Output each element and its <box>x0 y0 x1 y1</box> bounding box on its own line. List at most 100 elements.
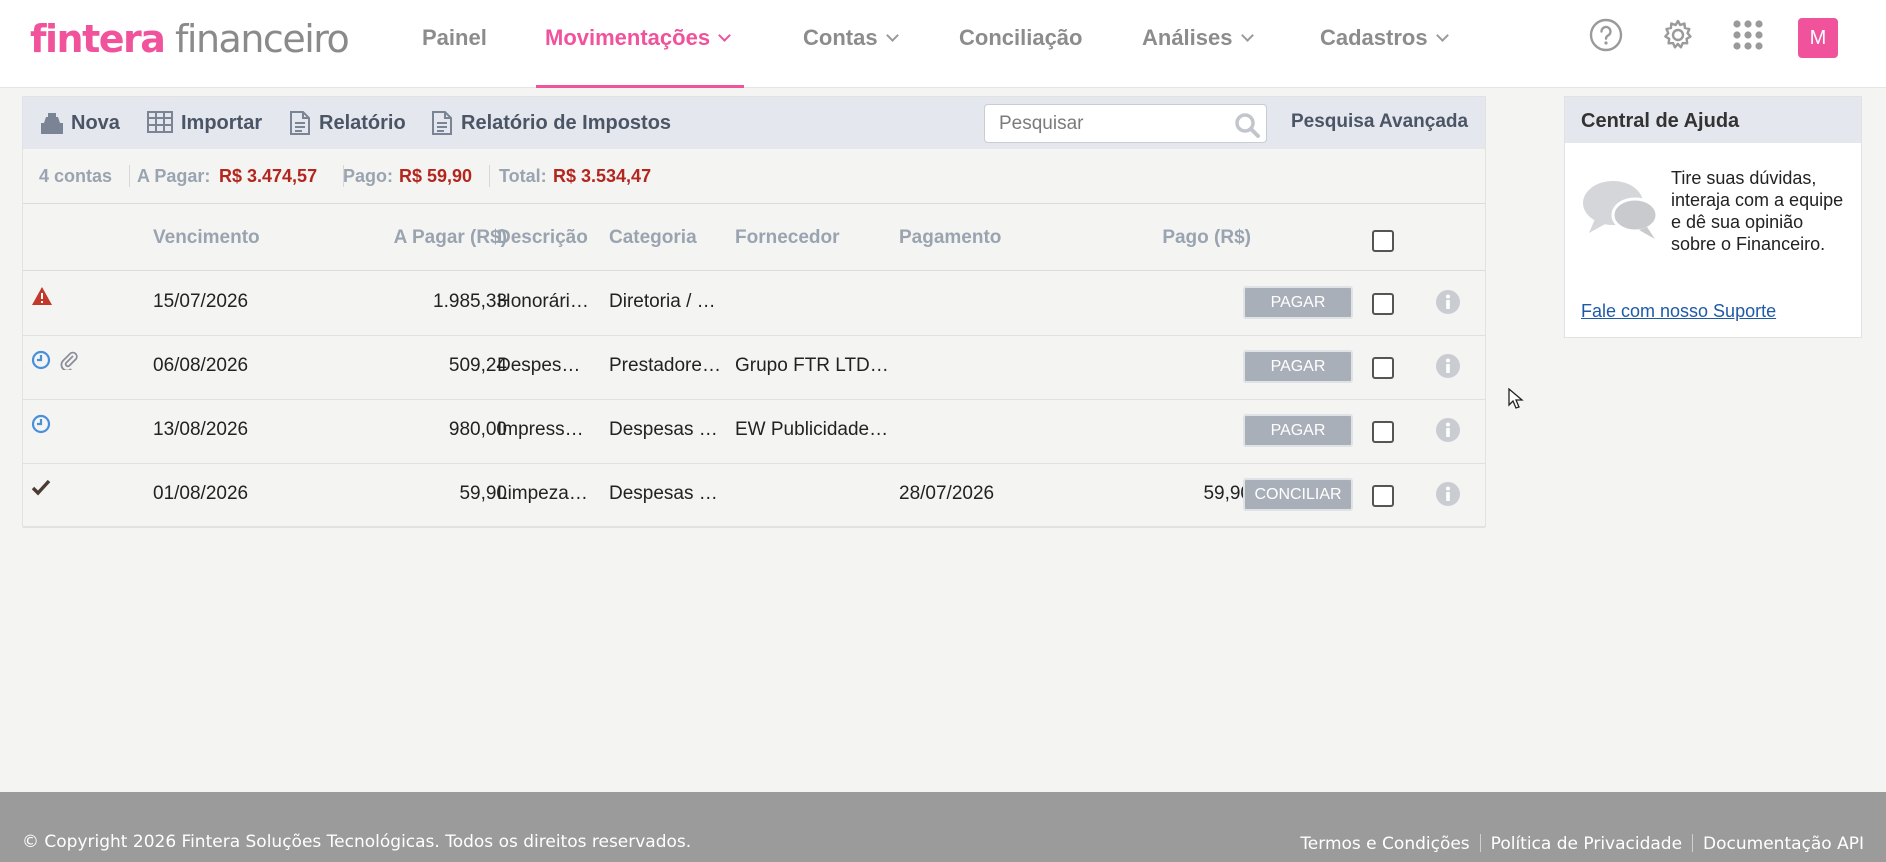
copyright-text: © Copyright 2026 Fintera Soluções Tecnol… <box>22 832 692 852</box>
clock-icon <box>31 350 51 376</box>
nav-label: Painel <box>422 25 487 50</box>
row-checkbox[interactable] <box>1372 293 1394 315</box>
apps-grid-icon[interactable] <box>1730 17 1766 53</box>
table-row[interactable]: 01/08/2026 59,90 Limpeza… Despesas … 28/… <box>23 464 1485 528</box>
privacy-link[interactable]: Política de Privacidade <box>1491 834 1682 854</box>
new-button[interactable]: Nova <box>39 109 123 137</box>
cell-pagamento: 28/07/2026 <box>899 483 995 504</box>
nav-conciliacao[interactable]: Conciliação <box>959 0 1082 88</box>
paid-value: R$ 59,90 <box>399 166 473 186</box>
help-icon[interactable] <box>1588 17 1624 53</box>
row-checkbox[interactable] <box>1372 485 1394 507</box>
nav-label: Cadastros <box>1320 25 1428 50</box>
info-icon[interactable] <box>1435 353 1461 385</box>
table-row[interactable]: 15/07/2026 1.985,33 Honorári… Diretoria … <box>23 272 1485 336</box>
nav-contas[interactable]: Contas <box>803 0 899 88</box>
cell-a-pagar: 59,90 <box>459 483 507 504</box>
table-grid-icon <box>147 111 173 133</box>
info-icon[interactable] <box>1435 417 1461 449</box>
active-nav-underline <box>536 85 744 88</box>
advanced-search-link[interactable]: Pesquisa Avançada <box>1291 111 1468 133</box>
help-description: Tire suas dúvidas, interaja com a equipe… <box>1671 168 1844 254</box>
logo-product: financeiro <box>175 17 350 61</box>
search-field[interactable] <box>984 104 1267 143</box>
pay-button[interactable]: PAGAR <box>1243 350 1353 383</box>
accounts-panel: Nova Importar Relatório Relatório de Imp… <box>22 96 1486 528</box>
support-link[interactable]: Fale com nosso Suporte <box>1581 301 1776 322</box>
help-center-title: Central de Ajuda <box>1565 97 1861 143</box>
cell-a-pagar: 1.985,33 <box>433 291 507 312</box>
pay-button[interactable]: PAGAR <box>1243 414 1353 447</box>
pay-button[interactable]: PAGAR <box>1243 286 1353 319</box>
nav-painel[interactable]: Painel <box>422 0 487 88</box>
nav-cadastros[interactable]: Cadastros <box>1320 0 1449 88</box>
table-row[interactable]: 13/08/2026 980,00 Impress… Despesas … EW… <box>23 400 1485 464</box>
col-vencimento[interactable]: Vencimento <box>153 227 260 249</box>
report-button[interactable]: Relatório <box>289 109 406 137</box>
reconcile-button[interactable]: CONCILIAR <box>1243 478 1353 511</box>
toolbar: Nova Importar Relatório Relatório de Imp… <box>23 97 1485 149</box>
cell-categoria: Diretoria / … <box>609 291 716 312</box>
row-checkbox[interactable] <box>1372 421 1394 443</box>
paid-label: Pago: <box>343 166 394 186</box>
cell-categoria: Despesas … <box>609 483 718 504</box>
nav-label: Contas <box>803 25 878 50</box>
paperclip-icon <box>59 350 79 376</box>
nav-movimentacoes[interactable]: Movimentações <box>545 0 731 88</box>
cell-descricao: Impress… <box>497 419 584 440</box>
help-center-panel: Central de Ajuda Tire suas dúvidas, inte… <box>1564 96 1862 338</box>
chat-bubbles-icon <box>1581 177 1661 246</box>
cell-categoria: Despesas … <box>609 419 718 440</box>
report-label: Relatório <box>319 112 406 134</box>
cell-vencimento: 01/08/2026 <box>153 483 249 504</box>
table-row[interactable]: 06/08/2026 509,24 Despes… Prestadore… Gr… <box>23 336 1485 400</box>
select-all-checkbox[interactable] <box>1372 230 1394 252</box>
info-icon[interactable] <box>1435 481 1461 513</box>
top-navbar: fintera financeiro Painel Movimentações … <box>0 0 1886 88</box>
divider <box>489 165 490 187</box>
search-input[interactable] <box>999 112 1219 136</box>
cell-pago: 59,90 <box>1203 483 1251 504</box>
mouse-cursor-icon <box>1508 387 1524 415</box>
col-categoria[interactable]: Categoria <box>609 227 697 249</box>
new-label: Nova <box>71 112 120 134</box>
tax-report-button[interactable]: Relatório de Impostos <box>431 109 671 137</box>
search-icon[interactable] <box>1234 112 1260 138</box>
cell-fornecedor: EW Publicidade… <box>735 419 889 440</box>
footer-links: Termos e Condições Política de Privacidad… <box>1300 834 1864 854</box>
import-label: Importar <box>181 112 263 134</box>
cell-a-pagar: 509,24 <box>448 355 507 376</box>
cell-categoria: Prestadore… <box>609 355 721 376</box>
col-pago[interactable]: Pago (R$) <box>1103 227 1251 249</box>
user-avatar[interactable]: M <box>1798 18 1838 58</box>
info-icon[interactable] <box>1435 289 1461 321</box>
cell-vencimento: 13/08/2026 <box>153 419 249 440</box>
accounts-count: 4 contas <box>39 166 113 186</box>
nav-label: Análises <box>1142 25 1233 50</box>
api-docs-link[interactable]: Documentação API <box>1703 834 1864 854</box>
nav-label: Conciliação <box>959 25 1083 50</box>
chevron-down-icon <box>718 29 731 42</box>
col-fornecedor[interactable]: Fornecedor <box>735 227 840 249</box>
cell-a-pagar: 980,00 <box>448 419 507 440</box>
import-button[interactable]: Importar <box>147 109 263 137</box>
col-descricao[interactable]: Descrição <box>497 227 588 249</box>
total-value: R$ 3.534,47 <box>553 166 652 186</box>
nav-analises[interactable]: Análises <box>1142 0 1254 88</box>
col-pagamento[interactable]: Pagamento <box>899 227 1001 249</box>
to-pay-value: R$ 3.474,57 <box>219 166 318 186</box>
cell-vencimento: 06/08/2026 <box>153 355 249 376</box>
logo-brand: fintera <box>30 17 166 61</box>
gear-icon[interactable] <box>1660 17 1696 53</box>
terms-link[interactable]: Termos e Condições <box>1300 834 1469 854</box>
warning-icon <box>31 286 53 312</box>
cell-vencimento: 15/07/2026 <box>153 291 249 312</box>
chevron-down-icon <box>885 29 899 42</box>
col-a-pagar[interactable]: A Pagar (R$) <box>363 227 507 249</box>
divider <box>1479 834 1481 852</box>
row-checkbox[interactable] <box>1372 357 1394 379</box>
total-label: Total: <box>499 166 547 186</box>
document-icon <box>432 111 452 135</box>
chevron-down-icon <box>1435 29 1449 42</box>
logo[interactable]: fintera financeiro <box>30 16 350 62</box>
